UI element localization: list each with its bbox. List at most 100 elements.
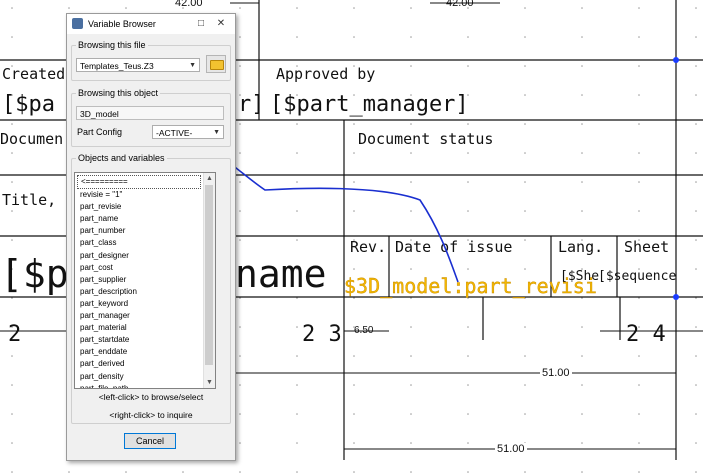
- grid-dot: [581, 471, 583, 473]
- listbox-scrollbar[interactable]: ▲ ▼: [203, 173, 215, 388]
- grid-dot: [638, 36, 640, 38]
- grid-dot: [467, 36, 469, 38]
- grid-dot: [467, 442, 469, 444]
- grid-dot: [11, 471, 13, 473]
- grid-dot: [467, 123, 469, 125]
- list-item[interactable]: part_description: [75, 286, 203, 298]
- list-item[interactable]: part_number: [75, 225, 203, 237]
- grid-dot: [524, 7, 526, 9]
- grid-dot: [695, 152, 697, 154]
- grid-dot: [11, 413, 13, 415]
- grid-dot: [296, 239, 298, 241]
- list-item[interactable]: part_file_path: [75, 383, 203, 388]
- variables-list: <========= revisie = "1" part_revisie part_…: [75, 175, 203, 388]
- document-type-label: Documen: [0, 130, 63, 148]
- object-field-value: 3D_model: [80, 109, 119, 119]
- grid-dot: [353, 7, 355, 9]
- grid-dot: [239, 36, 241, 38]
- scroll-up-icon[interactable]: ▲: [204, 173, 215, 184]
- document-status-label: Document status: [358, 130, 493, 148]
- grid-dot: [524, 123, 526, 125]
- list-item[interactable]: <=========: [77, 175, 201, 190]
- grid-dot: [11, 210, 13, 212]
- right-click-hint: <right-click> to inquire: [109, 410, 193, 420]
- row-number-24: 2 4: [626, 322, 666, 347]
- grid-dot: [695, 471, 697, 473]
- grid-dot: [296, 413, 298, 415]
- list-item[interactable]: part_name: [75, 213, 203, 225]
- grid-dot: [410, 413, 412, 415]
- row-number-23: 2 3: [302, 322, 342, 347]
- dialog-titlebar[interactable]: Variable Browser □ ✕: [67, 14, 235, 34]
- list-item[interactable]: part_class: [75, 237, 203, 249]
- list-item[interactable]: revisie = "1": [75, 189, 203, 201]
- dialog-title: Variable Browser: [88, 19, 156, 29]
- list-item[interactable]: part_derived: [75, 358, 203, 370]
- grid-dot: [353, 355, 355, 357]
- grid-dot: [695, 268, 697, 270]
- grid-dot: [410, 384, 412, 386]
- grid-dot: [524, 268, 526, 270]
- grid-dot: [524, 65, 526, 67]
- grid-dot: [695, 123, 697, 125]
- grid-dot: [581, 36, 583, 38]
- grid-dot: [353, 384, 355, 386]
- grid-dot: [695, 7, 697, 9]
- grid-dot: [524, 355, 526, 357]
- browse-file-group: Browsing this file Templates_Teus.Z3 ▼: [71, 40, 231, 81]
- variables-listbox[interactable]: <========= revisie = "1" part_revisie part_…: [74, 172, 216, 389]
- grid-dot: [239, 413, 241, 415]
- list-item[interactable]: part_enddate: [75, 346, 203, 358]
- folder-open-button[interactable]: [206, 55, 226, 73]
- grid-dot: [410, 355, 412, 357]
- cancel-button[interactable]: Cancel: [124, 433, 176, 449]
- list-item[interactable]: part_manager: [75, 310, 203, 322]
- grid-dot: [638, 181, 640, 183]
- chat-icon[interactable]: □: [194, 17, 208, 31]
- list-item[interactable]: part_keyword: [75, 298, 203, 310]
- grid-dot: [353, 471, 355, 473]
- list-item[interactable]: part_designer: [75, 250, 203, 262]
- scrollbar-thumb[interactable]: [205, 185, 213, 365]
- grid-dot: [695, 210, 697, 212]
- dimension-51-lower: 51.00: [495, 443, 527, 455]
- grid-dot: [581, 152, 583, 154]
- grid-dot: [524, 152, 526, 154]
- grid-dot: [524, 181, 526, 183]
- grid-dot: [353, 152, 355, 154]
- grid-dot: [296, 326, 298, 328]
- grid-dot: [296, 36, 298, 38]
- list-item[interactable]: part_material: [75, 322, 203, 334]
- grid-dot: [296, 123, 298, 125]
- list-item[interactable]: part_startdate: [75, 334, 203, 346]
- list-item[interactable]: part_supplier: [75, 274, 203, 286]
- part-config-select[interactable]: -ACTIVE- ▼: [152, 125, 224, 139]
- list-item[interactable]: part_cost: [75, 262, 203, 274]
- folder-icon: [210, 60, 224, 70]
- grid-dot: [695, 355, 697, 357]
- browse-object-label: Browsing this object: [76, 88, 161, 98]
- grid-dot: [296, 355, 298, 357]
- list-item[interactable]: part_revisie: [75, 201, 203, 213]
- grid-dot: [11, 384, 13, 386]
- grid-dot: [581, 94, 583, 96]
- list-item[interactable]: part_density: [75, 371, 203, 383]
- grid-dot: [410, 268, 412, 270]
- file-select[interactable]: Templates_Teus.Z3 ▼: [76, 58, 200, 72]
- grid-dot: [638, 442, 640, 444]
- grid-dot: [68, 7, 70, 9]
- part-manager-variable: [$part_manager]: [270, 92, 469, 117]
- grid-dot: [410, 442, 412, 444]
- grid-dot: [11, 123, 13, 125]
- close-icon[interactable]: ✕: [214, 17, 228, 31]
- grid-dot: [524, 326, 526, 328]
- grid-dot: [239, 123, 241, 125]
- grid-dot: [524, 384, 526, 386]
- file-select-value: Templates_Teus.Z3: [80, 61, 154, 71]
- grid-dot: [11, 152, 13, 154]
- grid-dot: [467, 210, 469, 212]
- grid-dot: [410, 152, 412, 154]
- dimension-6-50: 6.50: [354, 325, 374, 336]
- sheet-variable: [$sequence: [598, 269, 676, 284]
- scroll-down-icon[interactable]: ▼: [204, 377, 215, 388]
